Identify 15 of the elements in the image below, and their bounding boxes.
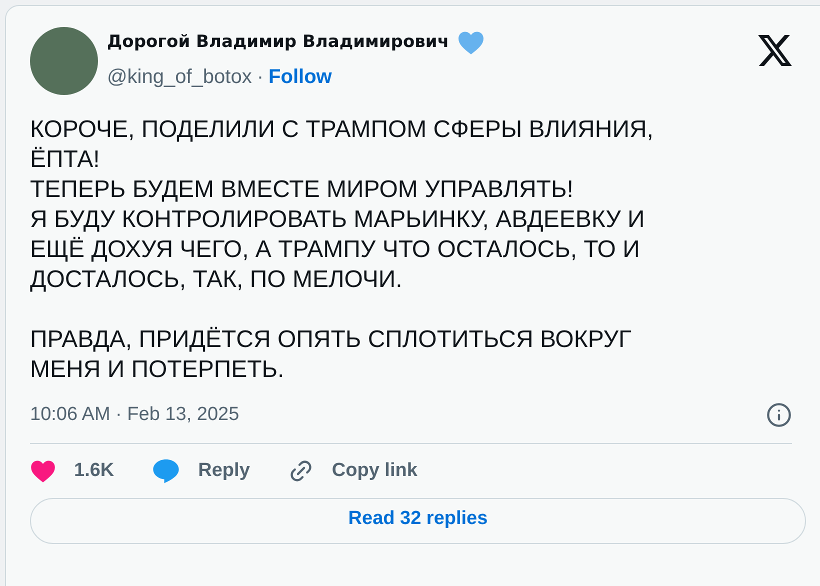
speech-bubble-icon — [152, 458, 180, 484]
reply-action[interactable]: Reply — [152, 456, 250, 485]
x-logo-icon[interactable] — [758, 35, 792, 66]
read-replies-button[interactable]: Read 32 replies — [30, 498, 806, 544]
like-action[interactable]: 1.6K — [30, 456, 114, 485]
tweet-text: КОРОЧЕ, ПОДЕЛИЛИ С ТРАМПОМ СФЕРЫ ВЛИЯНИЯ, ЁПТА! ТЕПЕРЬ БУДЕМ ВМЕСТЕ МИРОМ УПРАВЛЯТЬ! Я БУДУ КОНТРОЛИРОВАТЬ МАРЬИНКУ, АВДЕЕВКУ И ЕЩЁ ДОХУЯ ЧЕГО, А ТРАМПУ ЧТО ОСТАЛОСЬ, ТО И ДОСТАЛОСЬ, ТАК, ПО МЕЛОЧИ. — [30, 115, 654, 295]
follow-link[interactable]: Follow — [268, 62, 332, 92]
author-name[interactable]: Дорогой Владимир Владимирович — [107, 30, 449, 56]
tweet-text: ПРАВДА, ПРИДЁТСЯ ОПЯТЬ СПЛОТИТЬСЯ ВОКРУГ МЕНЯ И ПОТЕРПЕТЬ. — [30, 325, 633, 385]
timestamp[interactable]: 10:06 AM · Feb 13, 2025 — [30, 401, 240, 430]
heart-icon — [30, 458, 56, 483]
separator-dot: · — [256, 64, 264, 90]
author-handle[interactable]: @king_of_botox — [107, 62, 252, 92]
copy-action[interactable]: Copy link — [288, 456, 418, 485]
info-icon[interactable] — [766, 402, 792, 428]
